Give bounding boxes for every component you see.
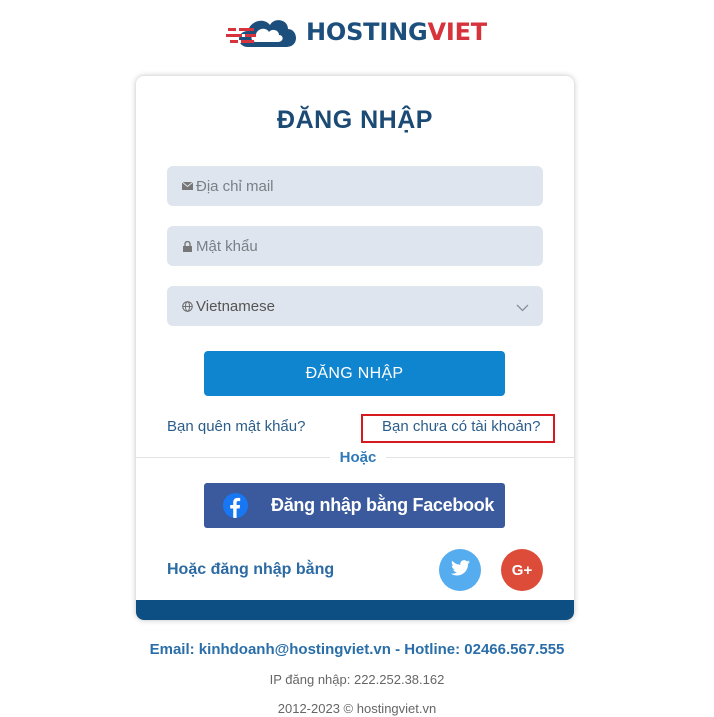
brand-name: HOSTINGVIET: [306, 18, 487, 46]
chevron-down-icon: [516, 299, 529, 317]
google-login-button[interactable]: G+: [501, 549, 543, 591]
mail-icon: [181, 180, 193, 192]
register-link[interactable]: Bạn chưa có tài khoản?: [382, 418, 540, 435]
facebook-login-button[interactable]: Đăng nhập bằng Facebook: [204, 483, 505, 528]
login-card: ĐĂNG NHẬP Vietnamese ĐĂNG NHẬP Bạn quên …: [136, 76, 574, 620]
facebook-login-label: Đăng nhập bằng Facebook: [271, 495, 495, 515]
forgot-password-link[interactable]: Bạn quên mật khẩu?: [167, 418, 305, 435]
page-title: ĐĂNG NHẬP: [277, 106, 433, 134]
google-plus-icon: G+: [511, 561, 533, 579]
brand-logo[interactable]: HOSTINGVIET: [226, 13, 487, 51]
login-ip: IP đăng nhập: 222.252.38.162: [269, 672, 445, 687]
password-input[interactable]: [196, 226, 543, 266]
card-footer-bar: [136, 600, 574, 620]
email-input[interactable]: [196, 166, 543, 206]
or-label: Hoặc: [330, 449, 386, 466]
contact-separator: -: [390, 641, 405, 658]
copyright: 2012-2023 © hostingviet.vn: [277, 701, 437, 716]
lock-icon: [181, 240, 193, 252]
twitter-login-button[interactable]: [439, 549, 481, 591]
contact-info: Email: kinhdoanh@hostingviet.vn - Hotlin…: [0, 641, 714, 658]
email-field[interactable]: [167, 166, 543, 206]
cloud-logo-icon: [226, 13, 300, 51]
facebook-icon: [223, 493, 248, 518]
globe-icon: [181, 300, 193, 312]
login-button[interactable]: ĐĂNG NHẬP: [204, 351, 505, 396]
brand-name-part1: HOSTING: [306, 18, 428, 46]
twitter-icon: [450, 559, 470, 581]
brand-name-part2: VIET: [427, 18, 487, 46]
password-field[interactable]: [167, 226, 543, 266]
email-link[interactable]: Email: kinhdoanh@hostingviet.vn: [150, 641, 391, 658]
language-select[interactable]: Vietnamese: [167, 286, 543, 326]
social-login-label: Hoặc đăng nhập bằng: [167, 561, 335, 578]
language-selected-value: Vietnamese: [196, 297, 275, 315]
hotline-link[interactable]: Hotline: 02466.567.555: [404, 641, 564, 658]
